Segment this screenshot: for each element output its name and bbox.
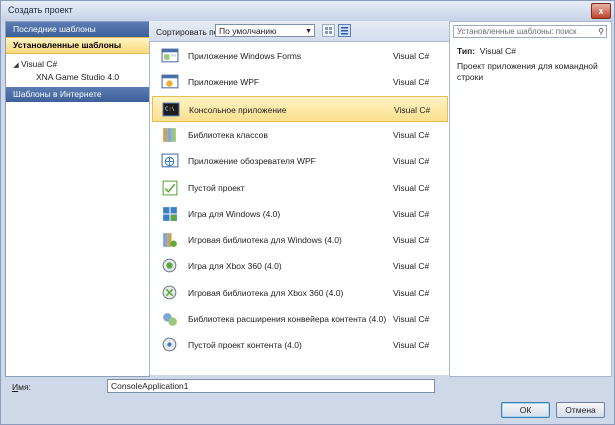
template-name: Игровая библиотека для Windows (4.0) xyxy=(188,235,342,246)
template-search-input[interactable]: Установленные шаблоны: поиск ⚲ xyxy=(453,25,607,38)
window-title: Создать проект xyxy=(8,5,73,15)
search-icon[interactable]: ⚲ xyxy=(598,26,604,38)
close-icon: x xyxy=(598,6,604,16)
type-label: Тип: xyxy=(457,46,476,56)
title-bar[interactable]: Создать проект x xyxy=(1,1,614,21)
template-name: Игра для Xbox 360 (4.0) xyxy=(188,261,282,272)
template-name: Консольное приложение xyxy=(189,104,287,115)
installed-templates-header[interactable]: Установленные шаблоны xyxy=(6,37,149,54)
template-row[interactable]: Игровая библиотека для Windows (4.0) Visu… xyxy=(152,227,448,253)
cancel-button[interactable]: Отмена xyxy=(556,402,605,418)
template-row[interactable]: Игра для Xbox 360 (4.0) Visual C# xyxy=(152,253,448,279)
template-row[interactable]: Игровая библиотека для Xbox 360 (4.0) Vis… xyxy=(152,280,448,306)
pipeline-extension-icon xyxy=(161,310,179,328)
windows-forms-icon xyxy=(161,47,179,65)
medium-icons-view-button[interactable] xyxy=(322,24,335,37)
empty-project-icon xyxy=(161,179,179,197)
template-language: Visual C# xyxy=(393,129,430,140)
wpf-browser-icon xyxy=(161,152,179,170)
name-label: Имя: xyxy=(12,382,31,392)
template-row[interactable]: Пустой проект Visual C# xyxy=(152,175,448,201)
template-name: Приложение WPF xyxy=(188,77,260,88)
template-row[interactable]: Пустой проект контента (4.0) Visual C# xyxy=(152,332,448,358)
template-name: Игровая библиотека для Xbox 360 (4.0) xyxy=(188,287,344,298)
sort-toolbar: Сортировать по: По умолчанию ▼ xyxy=(149,21,449,42)
svg-text:C:\: C:\ xyxy=(165,106,175,112)
template-category-pane: Последние шаблоны Установленные шаблоны … xyxy=(5,21,150,377)
template-row[interactable]: Библиотека расширения конвейера контента… xyxy=(152,306,448,332)
template-name: Библиотека расширения конвейера контента… xyxy=(188,314,387,324)
list-view-icon xyxy=(341,27,348,35)
type-value: Visual C# xyxy=(479,46,517,56)
template-row[interactable]: Приложение Windows Forms Visual C# xyxy=(152,43,448,69)
template-description: Проект приложения для командной строки xyxy=(457,61,598,82)
expand-triangle-icon[interactable]: ◢ xyxy=(11,60,21,72)
name-label-text: мя: xyxy=(18,382,31,392)
template-row[interactable]: Игра для Windows (4.0) Visual C# xyxy=(152,201,448,227)
tree-item-label: Visual C# xyxy=(21,59,58,69)
xbox-library-icon xyxy=(161,284,179,302)
online-templates-header[interactable]: Шаблоны в Интернете xyxy=(6,87,149,102)
close-button[interactable]: x xyxy=(591,3,611,19)
content-project-icon xyxy=(161,336,179,354)
template-row[interactable]: Приложение обозревателя WPF Visual C# xyxy=(152,148,448,174)
xbox-game-icon xyxy=(161,257,179,275)
sort-label: Сортировать по: xyxy=(156,27,221,37)
template-language: Visual C# xyxy=(393,77,430,88)
recent-templates-header[interactable]: Последние шаблоны xyxy=(6,22,149,37)
new-project-dialog: Создать проект x Последние шаблоны Устан… xyxy=(0,0,615,425)
template-name: Пустой проект xyxy=(188,182,245,193)
template-row[interactable]: Приложение WPF Visual C# xyxy=(152,69,448,95)
template-language: Visual C# xyxy=(393,156,430,167)
template-language: Visual C# xyxy=(393,235,430,246)
template-details-pane: Установленные шаблоны: поиск ⚲ Тип: Visu… xyxy=(449,21,612,377)
sort-value: По умолчанию xyxy=(219,26,277,36)
tree-item-visual-csharp[interactable]: ◢ Visual C# xyxy=(6,58,149,70)
template-language: Visual C# xyxy=(393,340,430,351)
template-row[interactable]: C:\ Консольное приложение Visual C# xyxy=(152,95,448,122)
template-list: Приложение Windows Forms Visual C# Приложе… xyxy=(149,42,450,375)
tree-item-label: XNA Game Studio 4.0 xyxy=(36,72,120,82)
xna-library-icon xyxy=(161,231,179,249)
ok-button[interactable]: ОК xyxy=(501,402,550,418)
xna-game-icon xyxy=(161,205,179,223)
template-language: Visual C# xyxy=(393,51,430,61)
chevron-down-icon: ▼ xyxy=(305,28,312,35)
template-language: Visual C# xyxy=(393,182,430,193)
class-library-icon xyxy=(161,126,179,144)
wpf-app-icon xyxy=(161,73,179,91)
search-placeholder: Установленные шаблоны: поиск xyxy=(457,27,577,36)
tree-item-xna-game-studio[interactable]: XNA Game Studio 4.0 xyxy=(6,71,149,83)
console-app-icon: C:\ xyxy=(162,101,180,119)
template-language: Visual C# xyxy=(393,208,430,219)
template-name: Игра для Windows (4.0) xyxy=(188,208,281,219)
template-name: Библиотека классов xyxy=(188,129,268,140)
template-language: Visual C# xyxy=(393,314,430,324)
template-language: Visual C# xyxy=(393,261,430,272)
template-name: Приложение Windows Forms xyxy=(188,51,302,61)
template-name: Приложение обозревателя WPF xyxy=(188,156,316,167)
template-name: Пустой проект контента (4.0) xyxy=(188,340,302,351)
sort-dropdown[interactable]: По умолчанию ▼ xyxy=(215,24,315,37)
project-name-input[interactable]: ConsoleApplication1 xyxy=(107,379,435,393)
medium-icons-view-icon xyxy=(325,27,332,34)
template-language: Visual C# xyxy=(393,287,430,298)
template-type: Тип: Visual C# xyxy=(457,46,516,56)
list-view-button[interactable] xyxy=(338,24,351,37)
template-language: Visual C# xyxy=(394,104,431,115)
template-row[interactable]: Библиотека классов Visual C# xyxy=(152,122,448,148)
